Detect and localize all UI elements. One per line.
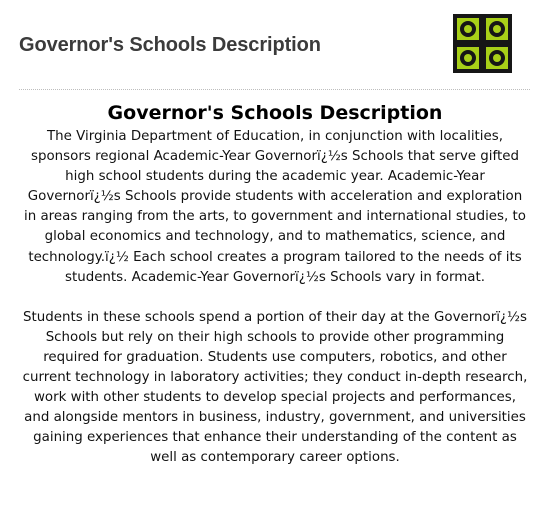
logo-ring-tile [486,47,508,69]
logo-ring-tile [457,18,479,40]
page-header: Governor's Schools Description [0,0,549,90]
content-title: Governor's Schools Description [107,102,443,124]
description-paragraph-2: Students in these schools spend a portio… [22,309,528,466]
four-rings-logo-icon [453,14,512,73]
logo-ring-tile [457,47,479,69]
page-title: Governor's Schools Description [19,34,321,56]
description-paragraph-1: The Virginia Department of Education, in… [24,129,526,285]
description-content: Governor's Schools Description The Virgi… [22,100,528,469]
logo-ring-tile [486,18,508,40]
header-divider [19,89,530,90]
